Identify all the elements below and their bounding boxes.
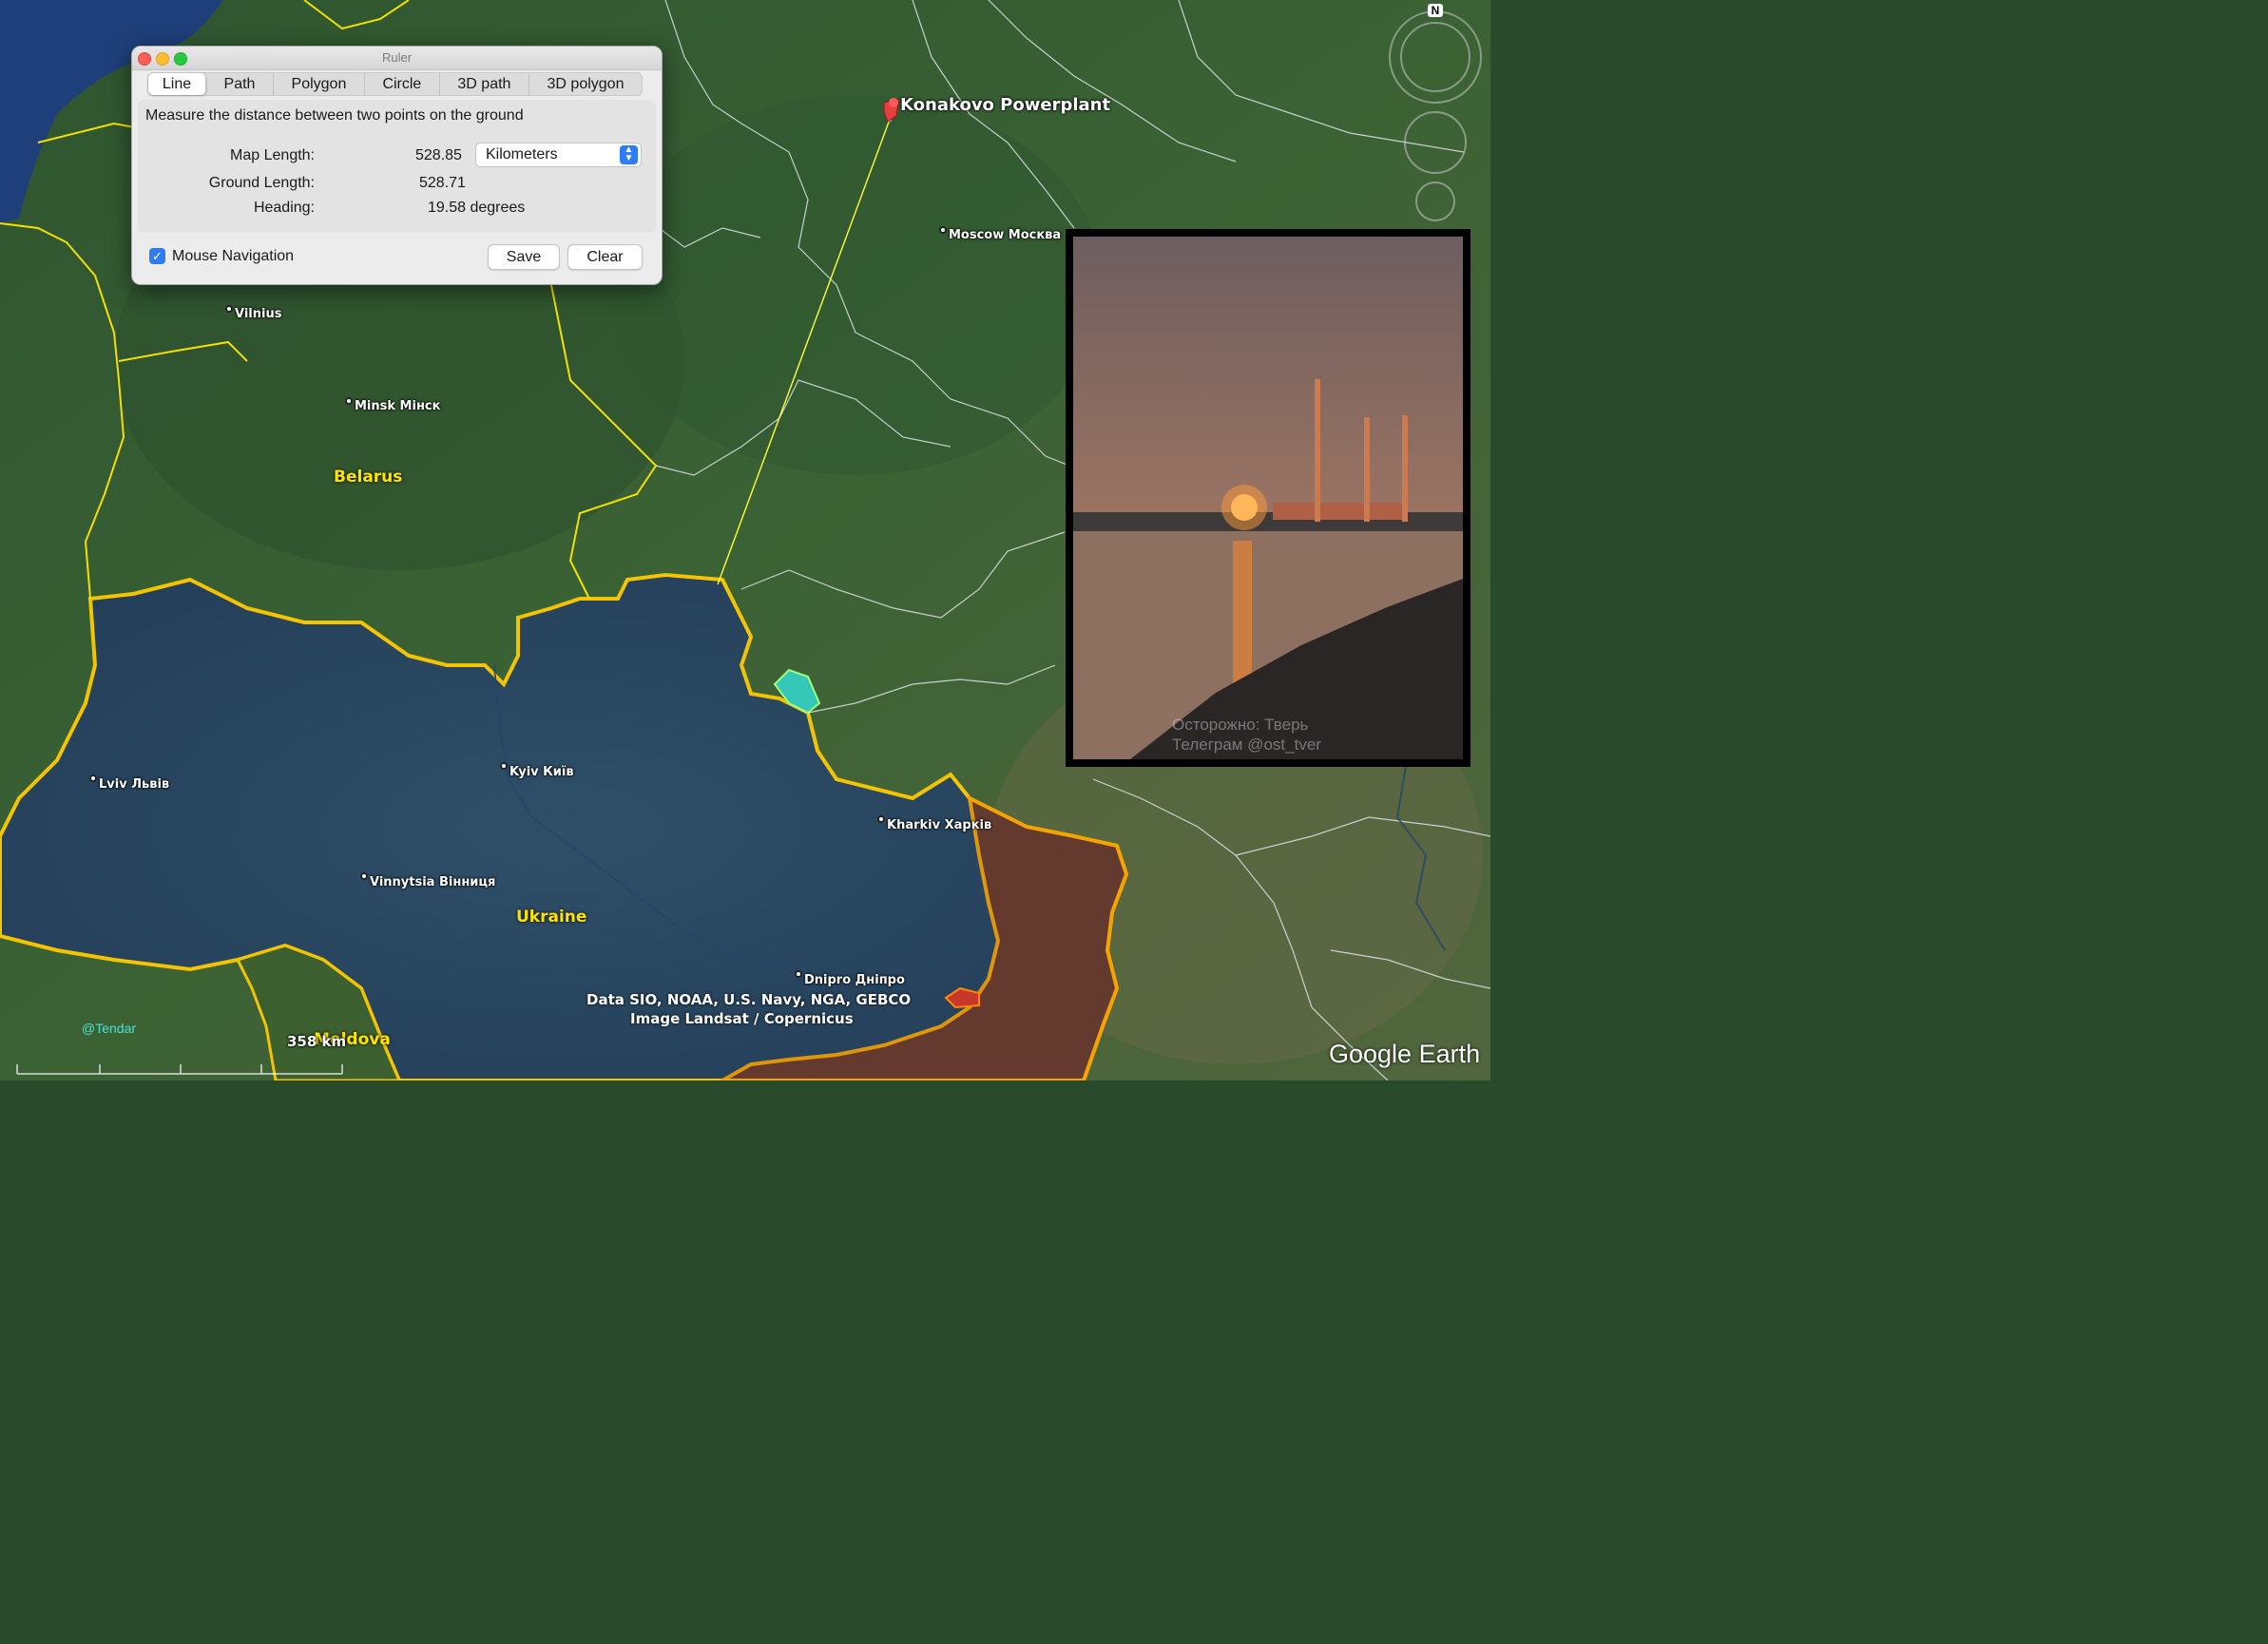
heading-label: Heading: (253, 200, 315, 216)
attribution-line2: Image Landsat / Copernicus (630, 1010, 854, 1027)
map-length-label: Map Length: (230, 147, 315, 163)
city-marker-lviv[interactable] (89, 774, 97, 782)
city-marker-vinnytsia[interactable] (360, 872, 368, 880)
city-label-moscow[interactable]: Moscow Москва (949, 228, 1061, 242)
chevron-updown-icon: ▲ ▼ (620, 145, 638, 164)
mouse-navigation-label[interactable]: Mouse Navigation (172, 248, 294, 265)
google-earth-logo: Google Earth (1329, 1040, 1481, 1068)
city-marker-kyiv[interactable] (500, 762, 508, 770)
ruler-tabs: Line Path Polygon Circle 3D path 3D poly… (147, 72, 643, 96)
photo-watermark-line1: Осторожно: Тверь (1172, 716, 1309, 734)
unit-select[interactable]: Kilometers ▲ ▼ (475, 143, 642, 167)
city-label-kharkiv[interactable]: Kharkiv Харків (887, 818, 991, 832)
placemark-label[interactable]: Konakovo Powerplant (900, 95, 1110, 115)
city-marker-minsk[interactable] (345, 397, 353, 405)
photo-watermark-line2: Телеграм @ost_tver (1172, 736, 1321, 754)
tab-3d-polygon[interactable]: 3D polygon (529, 73, 642, 95)
city-marker-dnipro[interactable] (795, 970, 802, 978)
tab-circle[interactable]: Circle (365, 73, 440, 95)
city-label-minsk[interactable]: Minsk Мінск (355, 399, 440, 413)
ruler-titlebar[interactable]: Ruler (132, 47, 662, 70)
ruler-description: Measure the distance between two points … (145, 107, 524, 124)
mouse-navigation-checkbox[interactable]: ✓ (149, 248, 165, 264)
city-marker-vilnius[interactable] (225, 305, 233, 313)
unit-select-value: Kilometers (486, 146, 558, 162)
compass-north-label[interactable]: N (1428, 4, 1443, 17)
tab-polygon[interactable]: Polygon (274, 73, 365, 95)
save-button[interactable]: Save (488, 244, 560, 270)
author-handle: @Tendar (82, 1021, 137, 1036)
city-marker-kharkiv[interactable] (877, 815, 885, 823)
city-label-vilnius[interactable]: Vilnius (235, 307, 281, 321)
tab-line[interactable]: Line (148, 73, 206, 95)
country-label-belarus: Belarus (334, 468, 403, 487)
tab-path[interactable]: Path (206, 73, 274, 95)
ground-length-label: Ground Length: (208, 175, 315, 191)
city-marker-moscow[interactable] (939, 226, 947, 234)
tab-3d-path[interactable]: 3D path (440, 73, 529, 95)
inset-photo: Осторожно: Тверь Телеграм @ost_tver (1066, 229, 1470, 767)
ground-length-value: 528.71 (419, 175, 466, 191)
city-label-dnipro[interactable]: Dnipro Дніпро (804, 973, 905, 987)
city-label-lviv[interactable]: Lviv Львів (99, 777, 169, 792)
city-label-vinnytsia[interactable]: Vinnytsia Вінниця (370, 875, 495, 889)
ruler-title: Ruler (381, 50, 413, 65)
country-label-ukraine: Ukraine (516, 908, 587, 927)
attribution-line1: Data SIO, NOAA, U.S. Navy, NGA, GEBCO (586, 991, 912, 1008)
map-length-value: 528.85 (415, 147, 462, 163)
ruler-dialog: Ruler Line Path Polygon Circle 3D path 3… (131, 46, 663, 285)
clear-button[interactable]: Clear (567, 244, 643, 270)
city-label-kyiv[interactable]: Kyiv Київ (509, 765, 574, 779)
scale-label: 358 km (287, 1033, 347, 1050)
heading-value: 19.58 degrees (428, 200, 526, 216)
